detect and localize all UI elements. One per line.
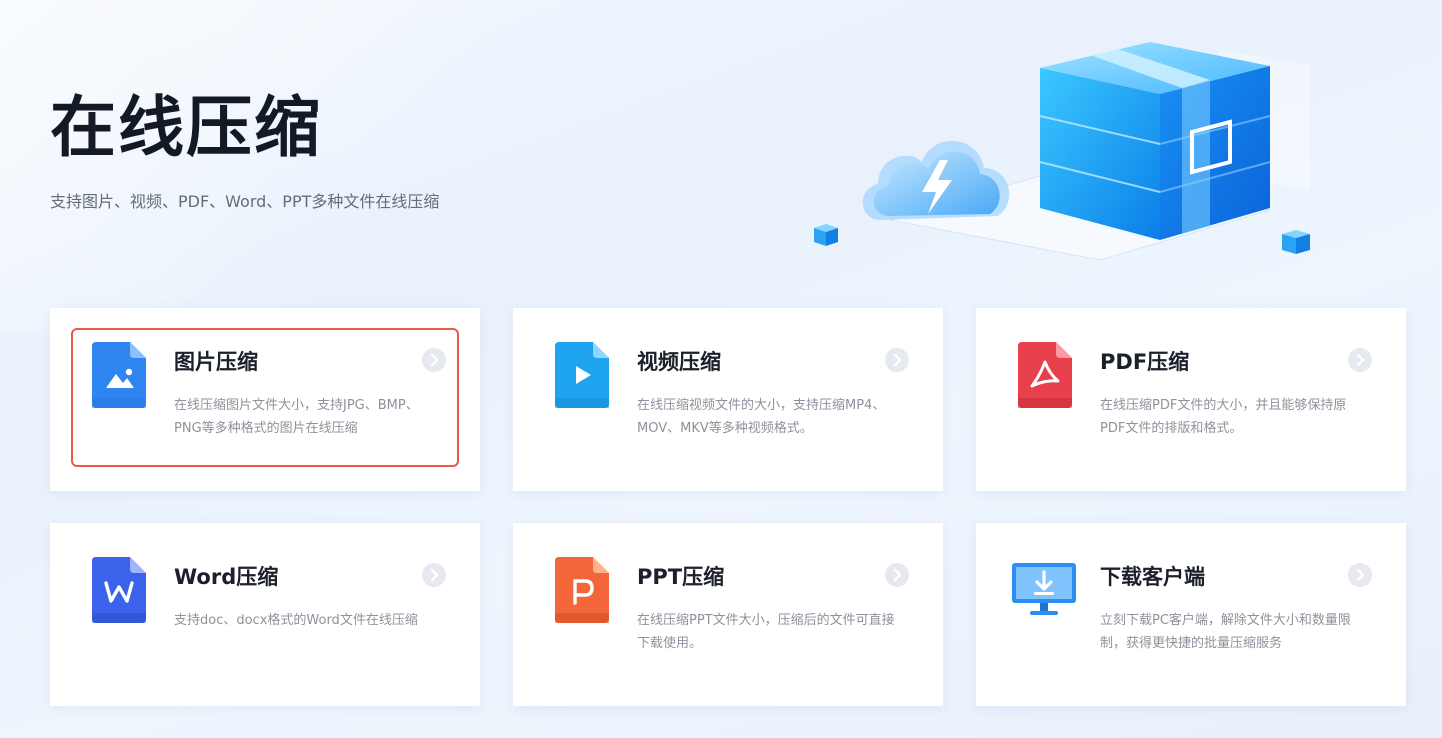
card-title: PPT压缩 — [637, 565, 725, 589]
page-subtitle: 支持图片、视频、PDF、Word、PPT多种文件在线压缩 — [50, 192, 440, 211]
card-description: 在线压缩视频文件的大小，支持压缩MP4、MOV、MKV等多种视频格式。 — [637, 398, 886, 436]
card-word-compress[interactable]: Word压缩 支持doc、docx格式的Word文件在线压缩 — [50, 523, 480, 706]
word-file-icon — [92, 557, 146, 623]
card-image-compress[interactable]: 图片压缩 在线压缩图片文件大小，支持JPG、BMP、PNG等多种格式的图片在线压… — [50, 308, 480, 491]
card-title: 图片压缩 — [174, 350, 258, 374]
card-description: 在线压缩图片文件大小，支持JPG、BMP、PNG等多种格式的图片在线压缩 — [174, 398, 419, 436]
pdf-file-icon — [1018, 342, 1072, 408]
chevron-right-icon[interactable] — [885, 348, 909, 372]
hero-illustration — [800, 20, 1340, 280]
card-download-client[interactable]: 下载客户端 立刻下载PC客户端，解除文件大小和数量限制，获得更快捷的批量压缩服务 — [976, 523, 1406, 706]
card-title: PDF压缩 — [1100, 350, 1190, 374]
card-description: 支持doc、docx格式的Word文件在线压缩 — [174, 613, 418, 628]
chevron-right-icon[interactable] — [422, 348, 446, 372]
chevron-right-icon[interactable] — [885, 563, 909, 587]
chevron-right-icon[interactable] — [1348, 348, 1372, 372]
chevron-right-icon[interactable] — [422, 563, 446, 587]
card-title: Word压缩 — [174, 565, 279, 589]
monitor-download-icon — [1010, 557, 1078, 623]
tool-cards-grid: 图片压缩 在线压缩图片文件大小，支持JPG、BMP、PNG等多种格式的图片在线压… — [50, 308, 1406, 706]
card-video-compress[interactable]: 视频压缩 在线压缩视频文件的大小，支持压缩MP4、MOV、MKV等多种视频格式。 — [513, 308, 943, 491]
cloud-box-illustration-icon — [814, 42, 1310, 261]
page-title: 在线压缩 — [50, 89, 322, 166]
card-ppt-compress[interactable]: PPT压缩 在线压缩PPT文件大小，压缩后的文件可直接下载使用。 — [513, 523, 943, 706]
card-description: 立刻下载PC客户端，解除文件大小和数量限制，获得更快捷的批量压缩服务 — [1100, 613, 1351, 651]
card-pdf-compress[interactable]: PDF压缩 在线压缩PDF文件的大小，并且能够保持原PDF文件的排版和格式。 — [976, 308, 1406, 491]
card-description: 在线压缩PPT文件大小，压缩后的文件可直接下载使用。 — [637, 613, 895, 651]
image-file-icon — [92, 342, 146, 408]
chevron-right-icon[interactable] — [1348, 563, 1372, 587]
card-description: 在线压缩PDF文件的大小，并且能够保持原PDF文件的排版和格式。 — [1100, 398, 1347, 436]
ppt-file-icon — [555, 557, 609, 623]
card-title: 视频压缩 — [637, 350, 721, 374]
card-title: 下载客户端 — [1100, 565, 1205, 589]
video-file-icon — [555, 342, 609, 408]
